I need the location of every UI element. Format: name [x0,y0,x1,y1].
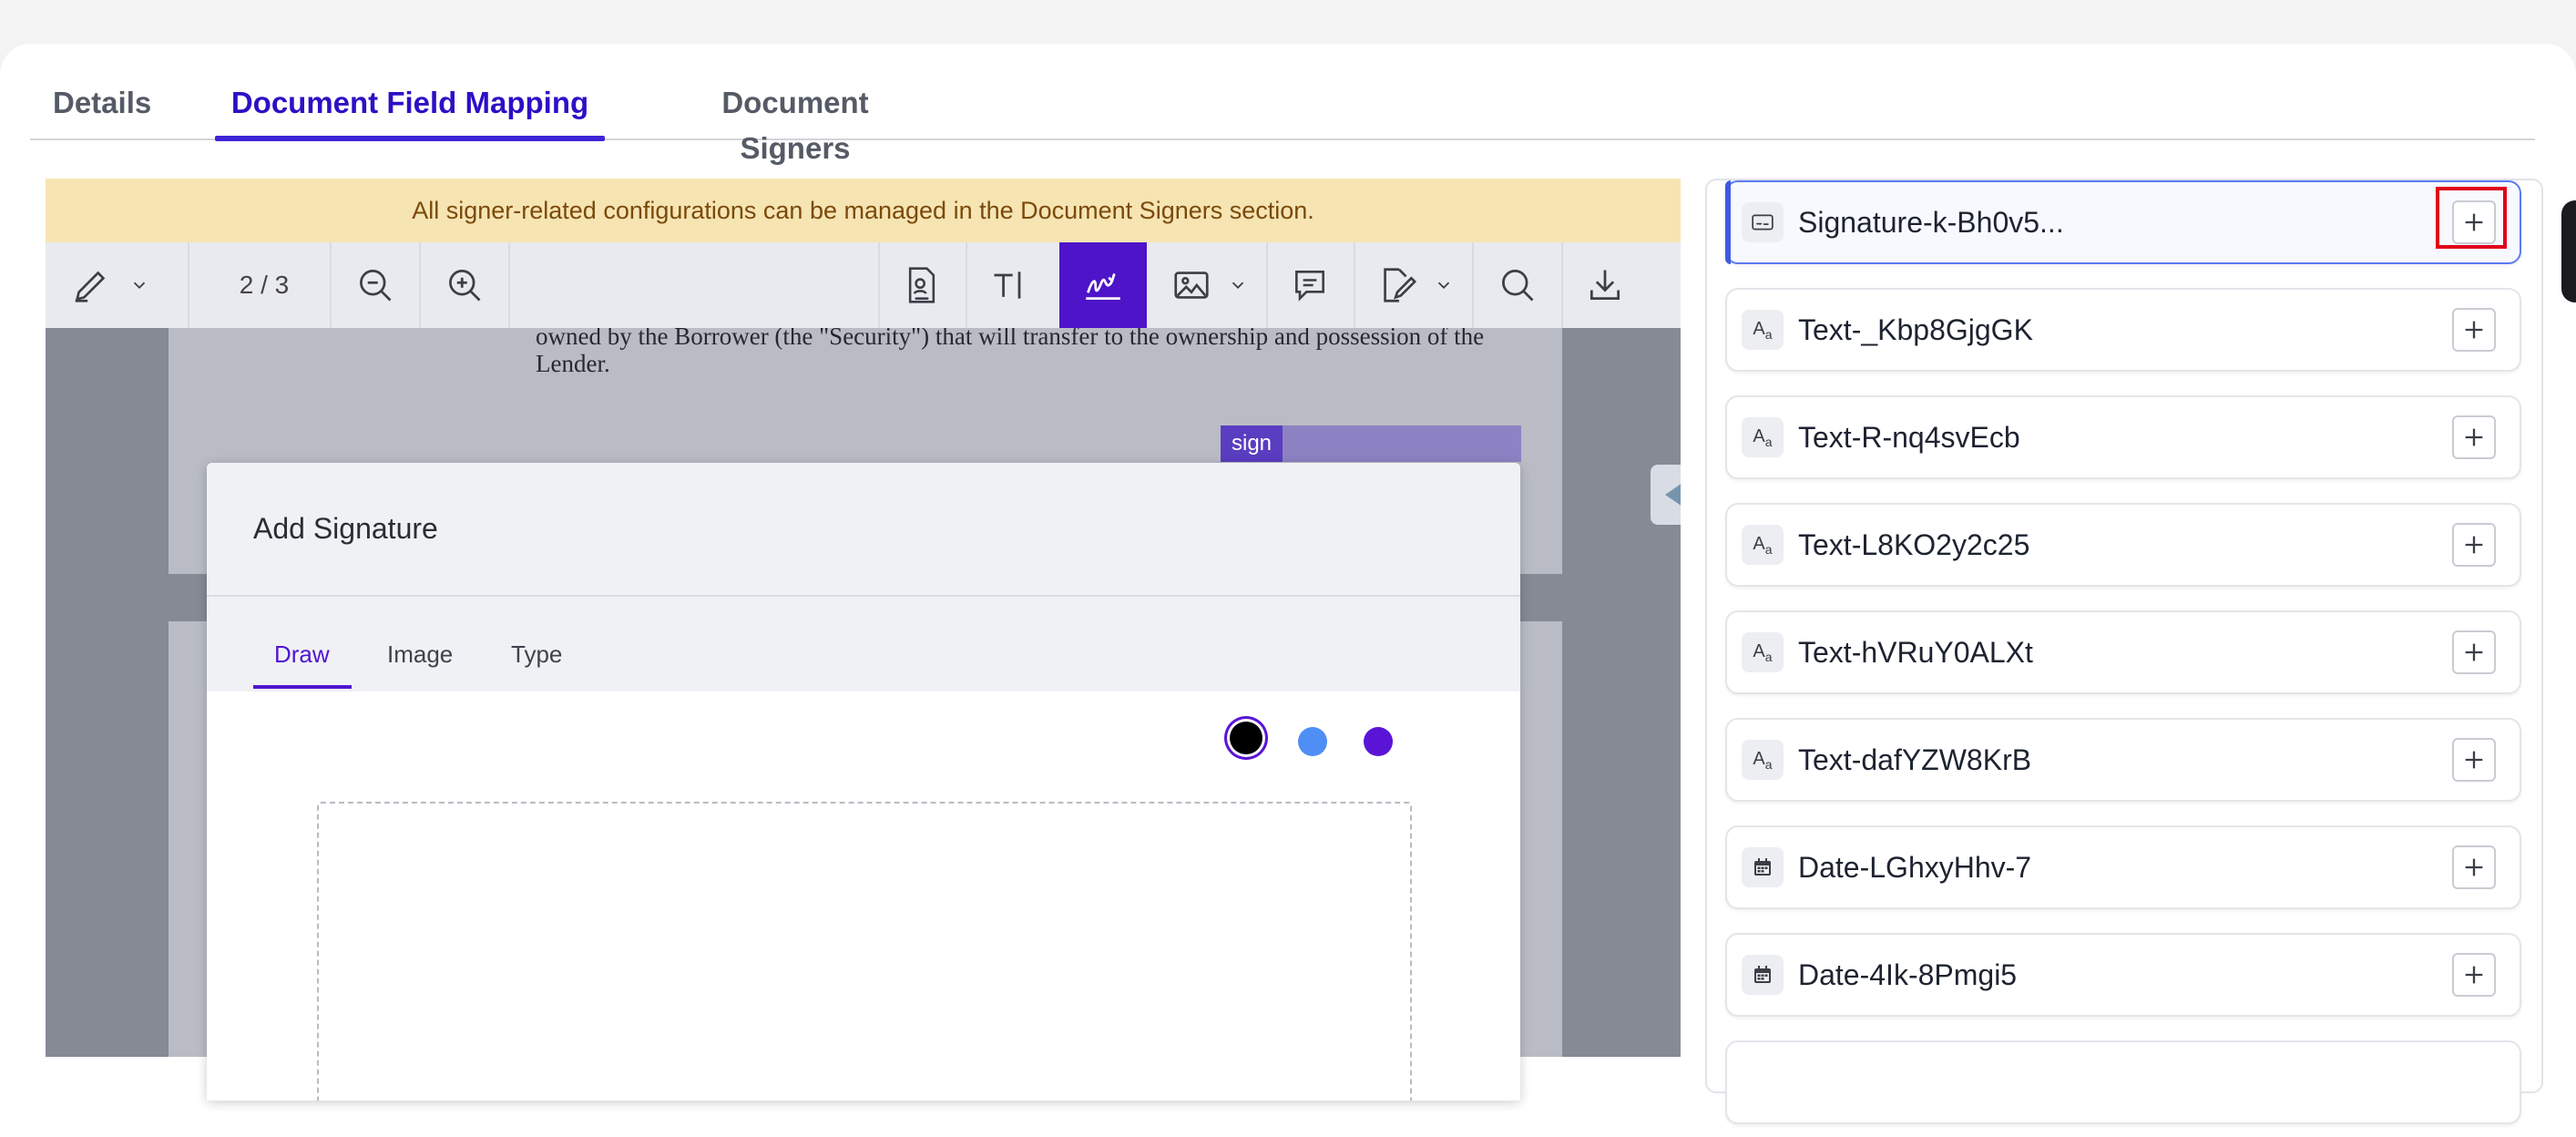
toolbar-divider [508,242,510,328]
toolbar-divider [966,242,967,328]
add-field-button[interactable] [2452,845,2496,889]
signature-field-placeholder[interactable]: sign [1221,425,1521,462]
field-item[interactable] [1725,1040,2521,1124]
signature-icon[interactable] [1059,242,1147,328]
tab-document-signers[interactable]: Document Signers [663,80,927,165]
modal-header: Add Signature [207,463,1520,597]
chevron-down-icon[interactable] [126,242,153,328]
search-icon[interactable] [1488,242,1547,328]
calendar-icon [1742,847,1784,887]
pen-icon[interactable] [64,242,118,328]
field-label: Text-R-nq4svEcb [1798,421,2020,454]
signature-draw-canvas[interactable] [317,802,1412,1101]
modal-title: Add Signature [253,512,438,545]
collapse-panel-handle[interactable] [1651,465,1681,525]
text-field-icon: Aa [1742,632,1784,672]
toolbar-divider [1561,242,1563,328]
field-item[interactable]: Aa Text-hVRuY0ALXt [1725,610,2521,694]
chevron-down-icon[interactable] [1224,242,1252,328]
scrollbar-edge [2561,200,2576,302]
field-label: Text-dafYZW8KrB [1798,743,2032,776]
add-field-button[interactable] [2452,308,2496,352]
field-item[interactable]: Aa Text-R-nq4svEcb [1725,395,2521,479]
document-text-line: Lender. [536,350,610,377]
chevron-down-icon[interactable] [1430,242,1457,328]
tab-type[interactable]: Type [511,640,562,669]
tab-details[interactable]: Details [53,80,151,138]
download-icon[interactable] [1576,242,1634,328]
add-field-button[interactable] [2452,953,2496,997]
toolbar-divider [1472,242,1474,328]
text-field-icon: Aa [1742,310,1784,350]
color-purple-option[interactable] [1364,727,1393,756]
field-item[interactable]: Aa Text-_Kbp8GjgGK [1725,288,2521,372]
toolbar-divider [330,242,332,328]
tab-image[interactable]: Image [387,640,453,669]
tab-document-field-mapping[interactable]: Document Field Mapping [215,80,605,141]
modal-tab-bar: Draw Image Type [207,597,1520,691]
signature-field-icon [1742,202,1784,242]
page-indicator: 2 / 3 [239,271,290,299]
active-tab-indicator [253,685,352,689]
field-label: Signature-k-Bh0v5... [1798,206,2064,239]
toolbar-divider [1354,242,1355,328]
add-field-button[interactable] [2452,738,2496,782]
add-signature-modal: Add Signature Draw Image Type [207,463,1520,1101]
field-label: Date-LGhxyHhv-7 [1798,851,2032,884]
add-field-button[interactable] [2452,630,2496,674]
add-field-button[interactable] [2452,523,2496,567]
comment-icon[interactable] [1281,242,1339,328]
color-black-option[interactable] [1230,722,1262,754]
zoom-out-icon[interactable] [346,242,404,328]
tab-bar: Details Document Field Mapping Document … [30,80,2535,165]
text-tool-icon[interactable] [980,242,1038,328]
add-field-button[interactable] [2452,415,2496,459]
zoom-in-icon[interactable] [435,242,494,328]
calendar-icon [1742,955,1784,995]
info-banner: All signer-related configurations can be… [46,179,1681,242]
toolbar-divider [878,242,880,328]
edit-document-icon[interactable] [1368,242,1426,328]
text-field-icon: Aa [1742,525,1784,565]
document-text-line: owned by the Borrower (the "Security") t… [536,328,1485,350]
field-label: Date-4Ik-8Pmgi5 [1798,958,2018,991]
field-label: Text-L8KO2y2c25 [1798,528,2030,561]
field-label: Text-_Kbp8GjgGK [1798,313,2033,346]
text-field-icon: Aa [1742,740,1784,780]
image-icon[interactable] [1162,242,1221,328]
field-item[interactable]: Date-4Ik-8Pmgi5 [1725,933,2521,1017]
field-label: Text-hVRuY0ALXt [1798,636,2033,669]
toolbar-divider [419,242,421,328]
highlight-box [2436,187,2507,249]
tab-draw[interactable]: Draw [274,640,330,669]
toolbar-divider [188,242,189,328]
text-field-icon: Aa [1742,417,1784,457]
field-item[interactable]: Aa Text-L8KO2y2c25 [1725,503,2521,587]
toolbar-divider [1266,242,1268,328]
field-item[interactable]: Aa Text-dafYZW8KrB [1725,718,2521,802]
sign-tag: sign [1221,425,1283,462]
field-item[interactable]: Date-LGhxyHhv-7 [1725,825,2521,909]
field-item[interactable]: Signature-k-Bh0v5... [1725,180,2521,264]
color-blue-option[interactable] [1298,727,1327,756]
pdf-toolbar: 2 / 3 [46,242,1681,329]
document-icon[interactable] [893,242,951,328]
